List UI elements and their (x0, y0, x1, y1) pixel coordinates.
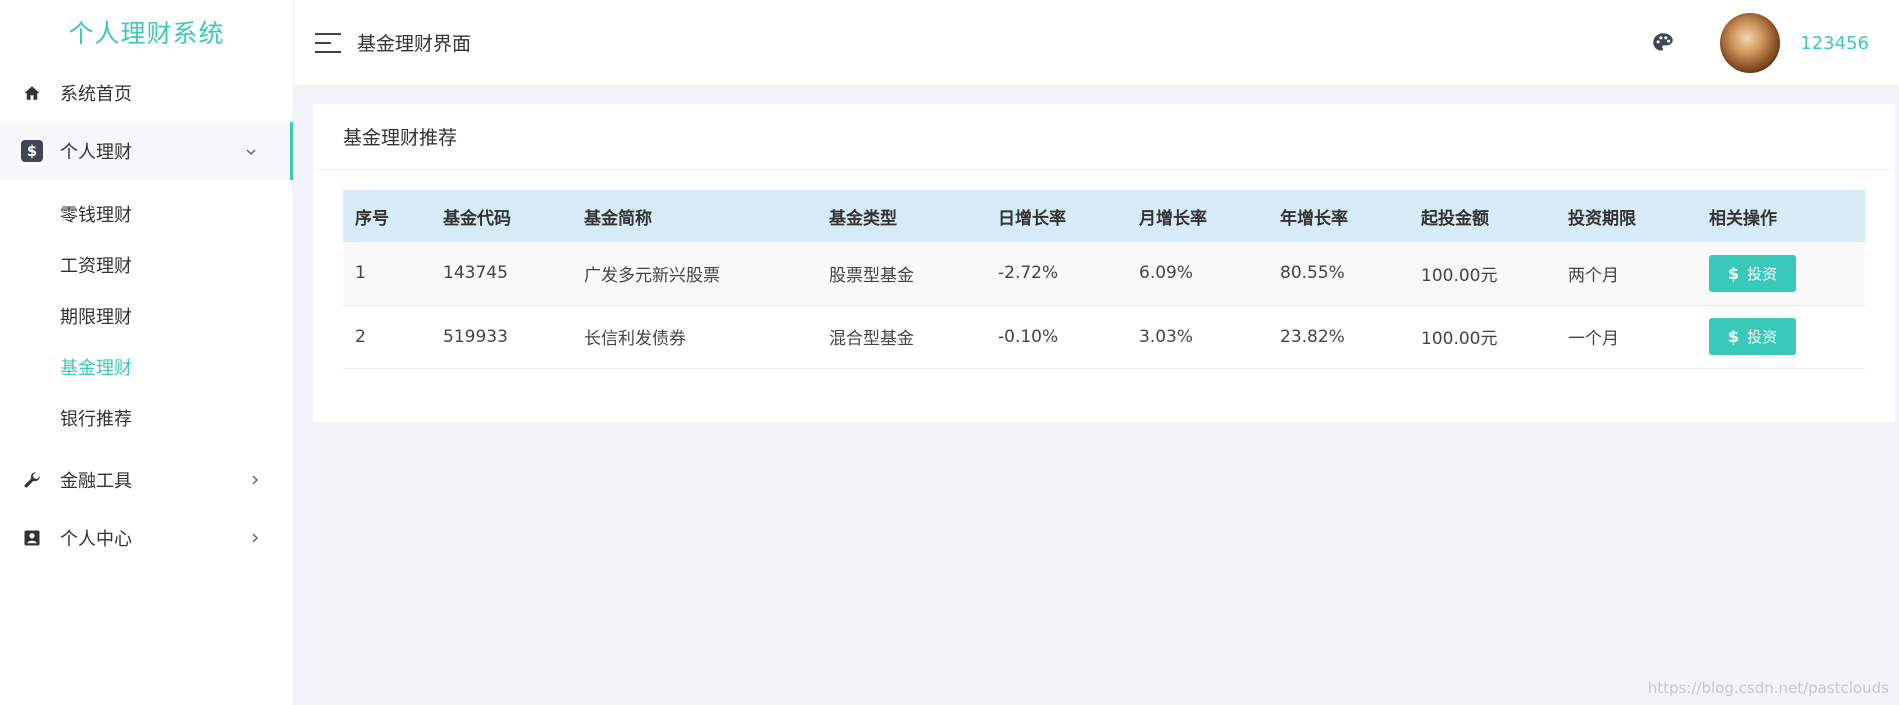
chevron-right-icon (251, 471, 259, 489)
invest-button-label: 投资 (1747, 264, 1778, 283)
cell-code: 143745 (431, 242, 572, 306)
top-header: 基金理财界面 123456 (295, 0, 1899, 86)
cell-term: 两个月 (1556, 242, 1697, 306)
table-row: 2 519933 长信利发债券 混合型基金 -0.10% 3.03% 23.82… (343, 305, 1865, 369)
invest-button[interactable]: $ 投资 (1709, 254, 1796, 292)
sidebar-subitem-salary[interactable]: 工资理财 (0, 239, 293, 290)
column-header: 投资期限 (1556, 190, 1697, 242)
cell-monthly: 3.03% (1127, 305, 1268, 369)
cell-action: $ 投资 (1697, 242, 1865, 306)
dollar-icon: $ (1727, 327, 1740, 346)
cell-min: 100.00元 (1409, 305, 1556, 369)
page-title: 基金理财界面 (357, 33, 472, 55)
sidebar-item-center[interactable]: 个人中心 (0, 509, 293, 567)
column-header: 日增长率 (986, 190, 1127, 242)
sidebar-subitem-bank[interactable]: 银行推荐 (0, 392, 293, 443)
home-icon (20, 81, 44, 105)
chevron-down-icon (246, 142, 256, 160)
watermark: https://blog.csdn.net/pastclouds (1647, 679, 1889, 697)
username[interactable]: 123456 (1800, 33, 1869, 54)
invest-button-label: 投资 (1747, 328, 1778, 346)
cell-daily: -0.10% (986, 305, 1127, 369)
palette-icon[interactable] (1650, 30, 1676, 56)
dollar-icon: $ (20, 139, 44, 163)
chevron-right-icon (251, 529, 259, 547)
cell-min: 100.00元 (1409, 242, 1556, 306)
cell-name: 广发多元新兴股票 (572, 242, 817, 306)
sidebar-subitem-term[interactable]: 期限理财 (0, 290, 293, 341)
sidebar-item-label: 个人中心 (60, 529, 132, 550)
dollar-icon: $ (1727, 263, 1740, 283)
fund-table: 序号 基金代码 基金简称 基金类型 日增长率 月增长率 年增长率 起投金额 投资… (343, 190, 1865, 369)
card-title: 基金理财推荐 (313, 104, 1895, 170)
sidebar-item-label: 系统首页 (60, 84, 132, 105)
column-header: 序号 (343, 190, 431, 242)
cell-monthly: 6.09% (1127, 242, 1268, 306)
column-header: 年增长率 (1268, 190, 1409, 242)
cell-name: 长信利发债券 (572, 305, 817, 369)
cell-yearly: 80.55% (1268, 242, 1409, 306)
cell-action: $ 投资 (1697, 305, 1865, 369)
cell-daily: -2.72% (986, 242, 1127, 306)
sidebar: 个人理财系统 系统首页 $ 个人理财 零钱理财 工资理财 期限理财 基金理财 银… (0, 0, 294, 705)
sidebar-item-tools[interactable]: 金融工具 (0, 451, 293, 509)
fund-card: 基金理财推荐 序号 基金代码 基金简称 基金类型 日增长率 月增长率 年增长率 … (313, 104, 1895, 422)
table-row: 1 143745 广发多元新兴股票 股票型基金 -2.72% 6.09% 80.… (343, 242, 1865, 306)
cell-type: 混合型基金 (817, 305, 986, 369)
cell-code: 519933 (431, 305, 572, 369)
app: 个人理财系统 系统首页 $ 个人理财 零钱理财 工资理财 期限理财 基金理财 银… (0, 0, 1899, 705)
sidebar-item-home[interactable]: 系统首页 (0, 64, 293, 122)
table-header-row: 序号 基金代码 基金简称 基金类型 日增长率 月增长率 年增长率 起投金额 投资… (343, 190, 1865, 242)
sidebar-item-label: 个人理财 (60, 142, 132, 163)
wrench-icon (20, 468, 44, 492)
cell-no: 1 (343, 242, 431, 306)
menu-toggle-icon[interactable] (315, 32, 341, 53)
invest-button[interactable]: $ 投资 (1709, 318, 1796, 355)
cell-no: 2 (343, 305, 431, 369)
sidebar-subitem-change[interactable]: 零钱理财 (0, 188, 293, 239)
column-header: 基金代码 (431, 190, 572, 242)
cell-yearly: 23.82% (1268, 305, 1409, 369)
column-header: 基金类型 (817, 190, 986, 242)
submenu-personal-finance: 零钱理财 工资理财 期限理财 基金理财 银行推荐 (0, 180, 293, 451)
column-header: 起投金额 (1409, 190, 1556, 242)
column-header: 基金简称 (572, 190, 817, 242)
brand-title: 个人理财系统 (68, 19, 225, 48)
sidebar-item-label: 金融工具 (60, 471, 132, 492)
avatar[interactable] (1720, 13, 1781, 73)
cell-term: 一个月 (1556, 305, 1697, 369)
sidebar-item-personal-finance[interactable]: $ 个人理财 (0, 122, 293, 180)
user-card-icon (20, 526, 44, 550)
column-header: 月增长率 (1127, 190, 1268, 242)
cell-type: 股票型基金 (817, 242, 986, 306)
header-right: 123456 (1650, 0, 1869, 86)
column-header: 相关操作 (1697, 190, 1865, 242)
sidebar-subitem-fund[interactable]: 基金理财 (0, 341, 293, 392)
